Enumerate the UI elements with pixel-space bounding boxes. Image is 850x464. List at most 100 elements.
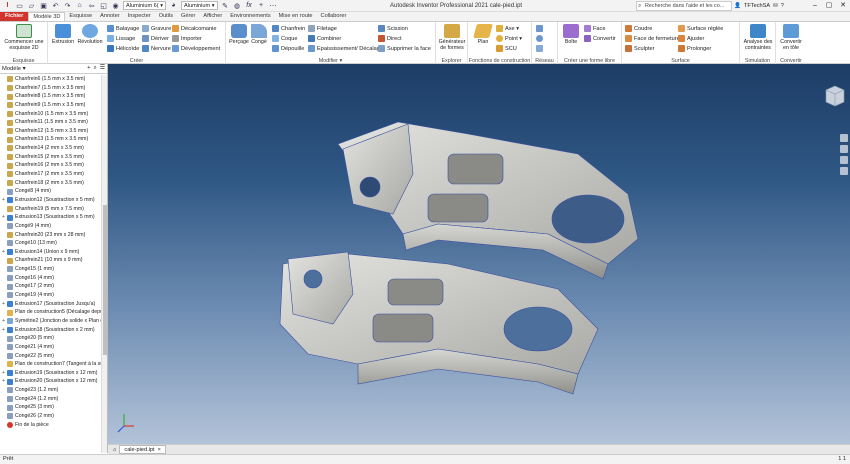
tab-5[interactable]: Outils <box>155 12 177 21</box>
importer-button[interactable]: Importer <box>172 34 202 43</box>
sculpter-button[interactable]: Sculpter <box>625 44 655 53</box>
tree-item[interactable]: Chanfrein20 (23 mm x 28 mm) <box>0 231 101 240</box>
tree-item[interactable]: Congé15 (1 mm) <box>0 265 101 274</box>
tree-item[interactable]: Chanfrein15 (2 mm x 3.5 mm) <box>0 153 101 162</box>
epaississement-button[interactable]: Epaississement/ Décalage <box>308 44 383 53</box>
orbit-icon[interactable] <box>840 156 848 164</box>
scission-button[interactable]: Scission <box>378 24 408 33</box>
tab-4[interactable]: Inspecter <box>124 12 155 21</box>
tree-item[interactable]: Congé9 (4 mm) <box>0 222 101 231</box>
tree-item[interactable]: Chanfrein7 (1.5 mm x 3.5 mm) <box>0 84 101 93</box>
balayage-button[interactable]: Balayage <box>107 24 139 33</box>
shape-generator-button[interactable]: Générateur de formes <box>437 24 467 51</box>
developpement-button[interactable]: Développement <box>172 44 220 53</box>
tab-6[interactable]: Gérer <box>177 12 199 21</box>
supprimer-face-button[interactable]: Supprimer la face <box>378 44 431 53</box>
prolonger-button[interactable]: Prolonger <box>678 44 711 53</box>
extrusion-button[interactable]: Extrusion <box>51 24 75 45</box>
tree-item[interactable]: + Extrusion13 (Soustraction x 5 mm) <box>0 213 101 222</box>
percage-button[interactable]: Perçage <box>228 24 250 45</box>
expand-icon[interactable]: + <box>0 317 7 326</box>
surface-reglee-button[interactable]: Surface réglée <box>678 24 723 33</box>
lissage-button[interactable]: Lissage <box>107 34 135 43</box>
tree-item[interactable]: + Extrusion18 (Soustraction x 2 mm) <box>0 326 101 335</box>
point-button[interactable]: Point ▾ <box>496 34 522 43</box>
filetage-button[interactable]: Filetage <box>308 24 337 33</box>
tree-item[interactable]: Congé24 (1.2 mm) <box>0 395 101 404</box>
cart-icon[interactable]: ⛁ <box>773 0 778 12</box>
search-icon[interactable]: ⌕ <box>94 65 97 72</box>
tree-item[interactable]: Chanfrein6 (1.5 mm x 3.5 mm) <box>0 75 101 84</box>
coque-button[interactable]: Coque <box>272 34 297 43</box>
add-icon[interactable]: + <box>87 65 90 72</box>
tab-10[interactable]: Collaborer <box>317 12 351 21</box>
expand-icon[interactable]: + <box>0 377 7 386</box>
stress-analysis-button[interactable]: Analyse des contraintes <box>742 24 774 51</box>
tree-item[interactable]: Plan de construction7 (Tangent à la sur <box>0 360 101 369</box>
new-file-icon[interactable]: ▭ <box>15 1 24 10</box>
tree-item[interactable]: Congé23 (1.2 mm) <box>0 386 101 395</box>
tree-item[interactable]: Congé10 (13 mm) <box>0 239 101 248</box>
tree-item[interactable]: Chanfrein8 (1.5 mm x 3.5 mm) <box>0 92 101 101</box>
more-icon[interactable]: ⋯ <box>269 1 278 10</box>
plus-icon[interactable]: + <box>257 1 266 10</box>
tab-9[interactable]: Mise en route <box>275 12 317 21</box>
expand-icon[interactable]: + <box>0 213 7 222</box>
close-icon[interactable]: ✕ <box>836 0 850 12</box>
tree-item[interactable]: + Extrusion19 (Soustraction x 12 mm) <box>0 369 101 378</box>
pan-icon[interactable] <box>840 134 848 142</box>
start-sketch-button[interactable]: Commencer une esquisse 2D <box>3 24 45 51</box>
tree-item[interactable]: Fin de la pièce <box>0 421 101 430</box>
menu-icon[interactable]: ☰ <box>100 65 105 72</box>
deriver-button[interactable]: Dériver <box>142 34 169 43</box>
tab-3[interactable]: Annoter <box>96 12 124 21</box>
tree-item[interactable]: Chanfrein10 (1.5 mm x 3.5 mm) <box>0 110 101 119</box>
fx-icon[interactable]: fx <box>245 1 254 10</box>
expand-icon[interactable]: + <box>0 300 7 309</box>
direct-button[interactable]: Direct <box>378 34 402 43</box>
help-icon[interactable]: ? <box>781 0 784 12</box>
expand-icon[interactable]: + <box>0 369 7 378</box>
tree-item[interactable]: + Extrusion12 (Soustraction x 5 mm) <box>0 196 101 205</box>
combiner-button[interactable]: Combiner <box>308 34 341 43</box>
conge-button[interactable]: Congé <box>249 24 269 45</box>
convert-sheetmetal-button[interactable]: Convertir en tôle <box>777 24 805 51</box>
tree-item[interactable]: Chanfrein9 (1.5 mm x 3.5 mm) <box>0 101 101 110</box>
app-menu-icon[interactable]: I <box>3 1 12 10</box>
tree-item[interactable]: Chanfrein11 (1.5 mm x 3.5 mm) <box>0 118 101 127</box>
browser-scrollbar[interactable] <box>101 75 107 453</box>
browser-title[interactable]: Modèle ▾ <box>2 66 26 72</box>
tab-0[interactable]: Fichier <box>0 12 29 21</box>
viewcube[interactable] <box>824 84 846 110</box>
nervure-button[interactable]: Nervure <box>142 44 171 53</box>
tab-8[interactable]: Environnements <box>226 12 274 21</box>
material-select[interactable]: Aluminium 6( ▾ <box>123 1 167 10</box>
help-search-input[interactable]: ⌕ Recherche dans l'aide et les co... <box>636 1 732 11</box>
tab-1[interactable]: Modèle 3D <box>28 12 66 21</box>
face-fermeture-button[interactable]: Face de fermeture <box>625 34 680 43</box>
freeform-face-button[interactable]: Face <box>584 24 605 33</box>
look-at-icon[interactable] <box>840 167 848 175</box>
ajuster-button[interactable]: Ajuster <box>678 34 704 43</box>
tree-item[interactable]: + Extrusion17 (Soustraction Jusqu'a) <box>0 300 101 309</box>
save-icon[interactable]: ▣ <box>39 1 48 10</box>
circ-pattern-button[interactable] <box>536 34 543 43</box>
redo-icon[interactable]: ↷ <box>63 1 72 10</box>
close-tab-icon[interactable]: × <box>158 446 161 454</box>
coudre-button[interactable]: Coudre <box>625 24 652 33</box>
adjust-icon[interactable]: ✎ <box>221 1 230 10</box>
home-icon[interactable]: ⌂ <box>75 1 84 10</box>
rect-pattern-button[interactable] <box>536 24 543 33</box>
undo-icon[interactable]: ↶ <box>51 1 60 10</box>
scroll-thumb[interactable] <box>103 205 107 355</box>
tree-item[interactable]: Chanfrein21 (10 mm x 9 mm) <box>0 256 101 265</box>
tree-item[interactable]: Chanfrein18 (2 mm x 3.5 mm) <box>0 179 101 188</box>
decalcomanie-button[interactable]: Décalcomanie <box>172 24 216 33</box>
expand-icon[interactable]: + <box>0 196 7 205</box>
boite-button[interactable]: Boîte <box>560 24 582 45</box>
tree-item[interactable]: Chanfrein13 (1.5 mm x 3.5 mm) <box>0 135 101 144</box>
tree-item[interactable]: + Extrusion14 (Union x 9 mm) <box>0 248 101 257</box>
maximize-icon[interactable]: ▢ <box>822 0 836 12</box>
tree-item[interactable]: Congé17 (2 mm) <box>0 282 101 291</box>
select-icon[interactable]: ◱ <box>99 1 108 10</box>
